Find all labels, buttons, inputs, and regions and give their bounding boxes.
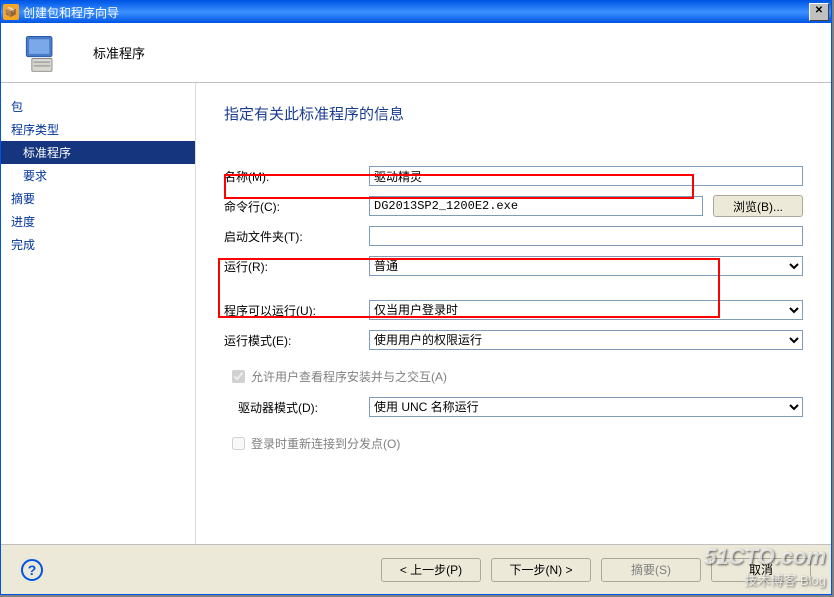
window-title: 创建包和程序向导 xyxy=(23,4,809,21)
startup-input[interactable] xyxy=(369,226,803,246)
allow-interact-label: 允许用户查看程序安装并与之交互(A) xyxy=(251,368,447,385)
content-title: 指定有关此标准程序的信息 xyxy=(224,103,803,124)
computer-icon xyxy=(19,31,63,75)
reconnect-label: 登录时重新连接到分发点(O) xyxy=(251,435,400,452)
drive-select[interactable]: 使用 UNC 名称运行 xyxy=(369,397,803,417)
nav-sidebar: 包 程序类型 标准程序 要求 摘要 进度 完成 xyxy=(1,83,196,544)
reconnect-row: 登录时重新连接到分发点(O) xyxy=(224,425,803,462)
command-input[interactable] xyxy=(369,196,703,216)
startup-label: 启动文件夹(T): xyxy=(224,228,369,245)
nav-item-complete[interactable]: 完成 xyxy=(1,233,195,256)
wizard-window: 📦 创建包和程序向导 ✕ 标准程序 包 程序类型 标准程序 要求 摘要 进度 完… xyxy=(0,0,832,595)
run-select[interactable]: 普通 xyxy=(369,256,803,276)
name-input[interactable] xyxy=(369,166,803,186)
browse-button[interactable]: 浏览(B)... xyxy=(713,195,803,217)
command-label: 命令行(C): xyxy=(224,198,369,215)
name-label: 名称(M): xyxy=(224,168,369,185)
runmode-select[interactable]: 使用用户的权限运行 xyxy=(369,330,803,350)
close-button[interactable]: ✕ xyxy=(809,3,829,21)
header-banner: 标准程序 xyxy=(1,23,831,83)
nav-item-standard-program[interactable]: 标准程序 xyxy=(1,141,195,164)
prev-button[interactable]: < 上一步(P) xyxy=(381,558,481,582)
content-pane: 指定有关此标准程序的信息 名称(M): 命令行(C): 浏览(B)... 启动文… xyxy=(196,83,831,544)
allow-interact-row: 允许用户查看程序安装并与之交互(A) xyxy=(224,358,803,395)
next-button[interactable]: 下一步(N) > xyxy=(491,558,591,582)
cancel-button[interactable]: 取消 xyxy=(711,558,811,582)
canrun-select[interactable]: 仅当用户登录时 xyxy=(369,300,803,320)
allow-interact-checkbox xyxy=(232,370,245,383)
app-icon: 📦 xyxy=(3,4,19,20)
reconnect-checkbox xyxy=(232,437,245,450)
help-icon[interactable]: ? xyxy=(21,559,43,581)
wizard-body: 包 程序类型 标准程序 要求 摘要 进度 完成 指定有关此标准程序的信息 名称(… xyxy=(1,83,831,544)
drive-label: 驱动器模式(D): xyxy=(238,399,369,416)
title-bar: 📦 创建包和程序向导 ✕ xyxy=(1,1,831,23)
summary-button: 摘要(S) xyxy=(601,558,701,582)
nav-item-summary[interactable]: 摘要 xyxy=(1,187,195,210)
runmode-label: 运行模式(E): xyxy=(224,332,369,349)
nav-item-requirements[interactable]: 要求 xyxy=(1,164,195,187)
nav-item-program-type[interactable]: 程序类型 xyxy=(1,118,195,141)
run-label: 运行(R): xyxy=(224,258,369,275)
footer-bar: ? < 上一步(P) 下一步(N) > 摘要(S) 取消 xyxy=(1,544,831,594)
header-title: 标准程序 xyxy=(93,43,145,62)
nav-item-progress[interactable]: 进度 xyxy=(1,210,195,233)
canrun-label: 程序可以运行(U): xyxy=(224,302,369,319)
nav-item-package[interactable]: 包 xyxy=(1,95,195,118)
